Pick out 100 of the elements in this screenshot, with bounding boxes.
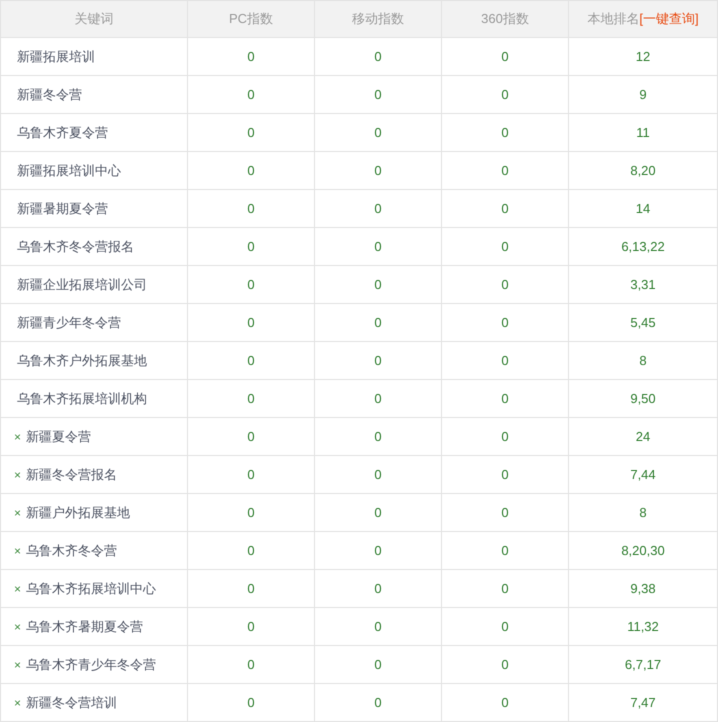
- remove-mark[interactable]: ×: [14, 466, 22, 484]
- column-header: 移动指数: [315, 1, 442, 37]
- table-cell-text: 8,20: [629, 162, 657, 180]
- keyword-text: 新疆拓展培训中心: [17, 162, 121, 180]
- table-cell: 0: [188, 608, 315, 645]
- table-cell: 0: [315, 76, 442, 113]
- table-cell: 0: [188, 494, 315, 531]
- table-cell: 0: [315, 570, 442, 607]
- table-cell: 0: [442, 266, 569, 303]
- table-cell: 0: [442, 228, 569, 265]
- table-cell: 0: [315, 266, 442, 303]
- table-cell: 0: [315, 380, 442, 417]
- table-cell: 0: [188, 38, 315, 75]
- table-cell-text: 8: [638, 352, 648, 370]
- table-cell: 0: [442, 38, 569, 75]
- query-all-link[interactable]: [一键查询]: [639, 9, 699, 29]
- table-cell-text: 12: [634, 48, 652, 66]
- table-cell: 0: [315, 684, 442, 721]
- table-cell: 0: [315, 494, 442, 531]
- table-cell-text: 9,50: [629, 390, 657, 408]
- remove-mark[interactable]: ×: [14, 580, 22, 598]
- table-cell: 0: [188, 190, 315, 227]
- keyword-text: 乌鲁木齐户外拓展基地: [17, 352, 147, 370]
- keyword-text: 新疆户外拓展基地: [26, 504, 130, 522]
- table-cell: 0: [188, 266, 315, 303]
- keyword-text: 乌鲁木齐冬令营报名: [17, 238, 134, 256]
- keyword-text: 新疆暑期夏令营: [17, 200, 108, 218]
- keyword-text: 新疆夏令营: [26, 428, 92, 446]
- table-cell-text: 9: [638, 86, 648, 104]
- remove-mark[interactable]: ×: [14, 542, 22, 560]
- table-cell: 0: [315, 456, 442, 493]
- remove-mark[interactable]: ×: [14, 428, 22, 446]
- table-cell: 0: [188, 228, 315, 265]
- table-cell: 0: [188, 152, 315, 189]
- column-header: 360指数: [442, 1, 569, 37]
- keyword-text: 乌鲁木齐夏令营: [17, 124, 108, 142]
- table-cell: 0: [188, 418, 315, 455]
- table-cell: 0: [188, 380, 315, 417]
- keyword-text: 乌鲁木齐拓展培训机构: [17, 390, 147, 408]
- table-cell: 0: [315, 342, 442, 379]
- table-cell: 0: [188, 76, 315, 113]
- table-cell: 0: [442, 646, 569, 683]
- table-cell: 0: [188, 304, 315, 341]
- table-cell-text: 11,32: [626, 618, 660, 636]
- table-cell-text: 24: [634, 428, 652, 446]
- table-cell: 0: [442, 76, 569, 113]
- table-cell-text: 3,31: [629, 276, 657, 294]
- table-cell: 0: [442, 684, 569, 721]
- table-cell: 0: [315, 228, 442, 265]
- table-cell: 0: [315, 418, 442, 455]
- table-cell-text: 6,13,22: [620, 238, 666, 256]
- table-cell: 0: [315, 38, 442, 75]
- table-cell: 0: [442, 342, 569, 379]
- table-cell-text: 8: [638, 504, 648, 522]
- table-cell: 0: [188, 570, 315, 607]
- table-cell-text: 5,45: [629, 314, 657, 332]
- table-cell-text: 7,47: [629, 694, 657, 712]
- table-cell: 0: [188, 684, 315, 721]
- table-cell: 0: [442, 456, 569, 493]
- table-cell-text: 8,20,30: [620, 542, 666, 560]
- remove-mark[interactable]: ×: [14, 504, 22, 522]
- table-cell: 0: [442, 418, 569, 455]
- keyword-text: 乌鲁木齐暑期夏令营: [26, 618, 144, 636]
- table-cell: 0: [442, 494, 569, 531]
- keyword-text: 乌鲁木齐冬令营: [26, 542, 118, 560]
- table-cell: 0: [188, 646, 315, 683]
- table-cell: 0: [315, 190, 442, 227]
- table-cell: 0: [315, 646, 442, 683]
- table-cell: 0: [188, 114, 315, 151]
- table-cell-text: 9,38: [629, 580, 657, 598]
- table-cell: 0: [188, 532, 315, 569]
- column-header: 关键词: [1, 1, 188, 37]
- keyword-text: 新疆企业拓展培训公司: [17, 276, 147, 294]
- table-cell: 0: [315, 152, 442, 189]
- keyword-text: 新疆冬令营报名: [26, 466, 118, 484]
- table-cell: 0: [442, 532, 569, 569]
- table-cell: 0: [442, 190, 569, 227]
- table-cell: 0: [315, 532, 442, 569]
- table-cell: 0: [315, 304, 442, 341]
- table-cell: 0: [442, 114, 569, 151]
- column-header: PC指数: [188, 1, 315, 37]
- table-cell: 0: [315, 114, 442, 151]
- table-cell-text: 14: [634, 200, 652, 218]
- table-cell: 0: [442, 152, 569, 189]
- table-cell: 0: [188, 342, 315, 379]
- table-cell: 0: [442, 570, 569, 607]
- keyword-text: 新疆冬令营培训: [26, 694, 118, 712]
- table-cell: 0: [442, 608, 569, 645]
- remove-mark[interactable]: ×: [14, 694, 22, 712]
- table-cell: 0: [315, 608, 442, 645]
- keyword-text: 新疆拓展培训: [17, 48, 95, 66]
- keyword-text: 乌鲁木齐拓展培训中心: [26, 580, 156, 598]
- table-cell: 0: [442, 304, 569, 341]
- remove-mark[interactable]: ×: [14, 656, 22, 674]
- table-cell: 0: [188, 456, 315, 493]
- table-cell-text: 6,7,17: [624, 656, 662, 674]
- remove-mark[interactable]: ×: [14, 618, 22, 636]
- keyword-text: 乌鲁木齐青少年冬令营: [26, 656, 156, 674]
- table-cell-text: 7,44: [629, 466, 657, 484]
- keyword-text: 新疆冬令营: [17, 86, 82, 104]
